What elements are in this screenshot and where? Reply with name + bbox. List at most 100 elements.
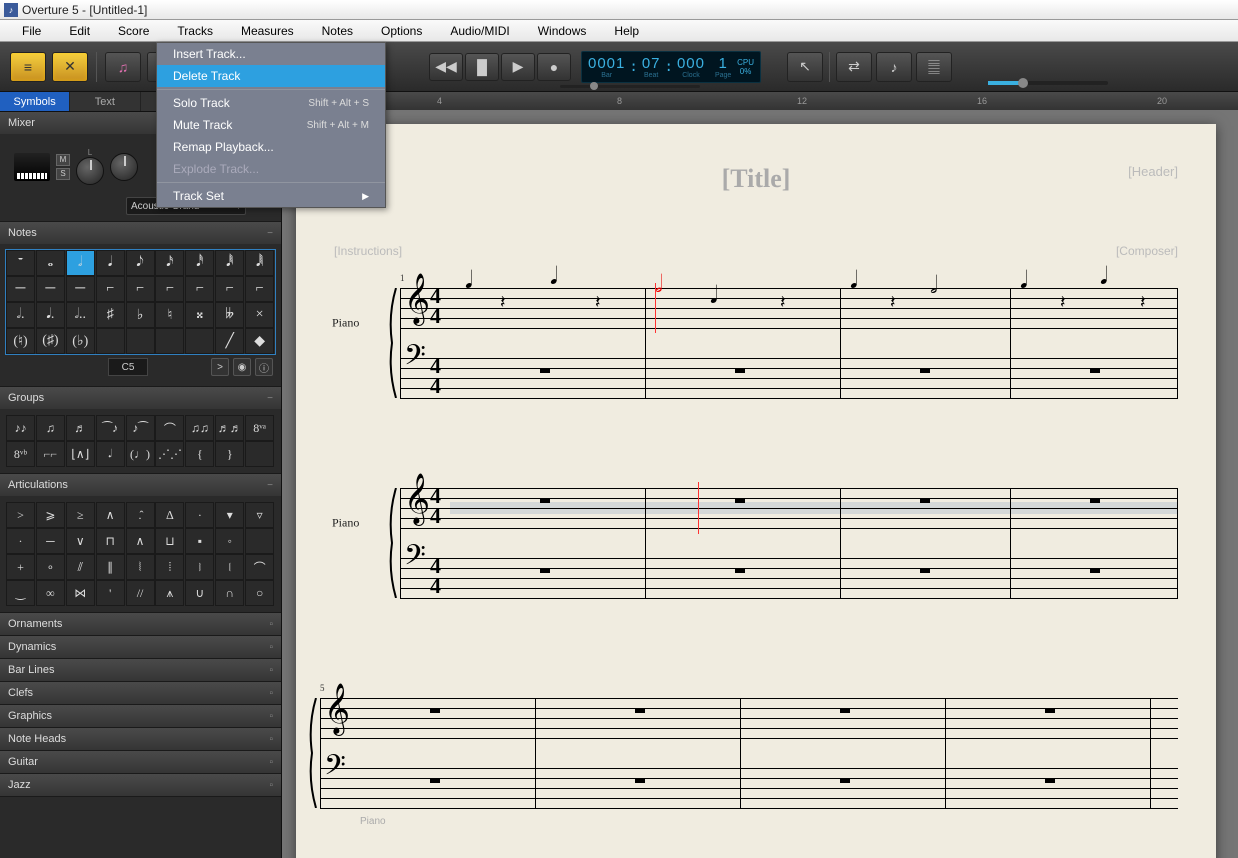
articulation-symbol-cell[interactable]: .̂ <box>126 502 155 528</box>
articulation-symbol-cell[interactable]: ⩚ <box>155 580 184 606</box>
staff-treble[interactable]: 𝄞 44 𝅘𝅥 𝄽 𝅘𝅥 𝄽 𝅗𝅥 <box>400 288 1178 328</box>
info-btn[interactable]: ⓘ <box>255 358 273 376</box>
note[interactable]: 𝅘𝅥 <box>465 268 473 295</box>
instructions-placeholder[interactable]: [Instructions] <box>334 244 402 258</box>
track-volume-slider[interactable] <box>560 85 700 88</box>
whole-rest[interactable] <box>1045 708 1055 713</box>
articulation-symbol-cell[interactable]: · <box>6 528 35 554</box>
group-symbol-cell[interactable]: 𝆺𝅥 <box>96 441 125 467</box>
note-symbol-cell[interactable]: ─ <box>36 276 65 302</box>
articulation-symbol-cell[interactable]: ⦚ <box>126 554 155 580</box>
quarter-rest[interactable]: 𝄽 <box>890 292 896 313</box>
group-symbol-cell[interactable]: ⌒ <box>155 415 184 441</box>
articulation-symbol-cell[interactable]: ⊓ <box>96 528 125 554</box>
group-symbol-cell[interactable] <box>245 441 274 467</box>
dd-insert-track[interactable]: Insert Track... <box>157 43 385 65</box>
whole-rest[interactable] <box>920 498 930 503</box>
note-symbol-cell[interactable]: 𝅝 <box>36 250 65 276</box>
articulation-symbol-cell[interactable]: ‿ <box>6 580 35 606</box>
group-symbol-cell[interactable]: 8ᵛᵇ <box>6 441 35 467</box>
tab-symbols[interactable]: Symbols <box>0 92 70 111</box>
articulation-symbol-cell[interactable]: ⋈ <box>66 580 95 606</box>
note-symbol-cell[interactable]: (♭) <box>66 328 95 354</box>
group-symbol-cell[interactable]: ⁀♪ <box>96 415 125 441</box>
score-title[interactable]: [Title] <box>722 164 791 194</box>
articulation-symbol-cell[interactable]: // <box>126 580 155 606</box>
menu-options[interactable]: Options <box>367 21 436 41</box>
menu-edit[interactable]: Edit <box>55 21 104 41</box>
staff-bass[interactable]: 𝄢 44 <box>400 558 1178 598</box>
collapsed-header-graphics[interactable]: Graphics▫ <box>0 705 281 727</box>
note-symbol-cell[interactable]: (♮) <box>6 328 35 354</box>
articulation-symbol-cell[interactable]: ∩ <box>215 580 244 606</box>
articulation-symbol-cell[interactable]: ⧙ <box>215 554 244 580</box>
note-symbol-cell[interactable]: ─ <box>66 276 95 302</box>
tb-arrow-button[interactable]: ↖ <box>787 52 823 82</box>
note-symbol-cell[interactable]: ◆ <box>245 328 274 354</box>
articulation-symbol-cell[interactable]: + <box>6 554 35 580</box>
note-symbol-cell[interactable]: ♯ <box>96 302 125 328</box>
tb-rec-button[interactable]: ● <box>537 53 571 81</box>
tb-play-button[interactable]: ▶ <box>501 53 535 81</box>
group-symbol-cell[interactable]: { <box>185 441 214 467</box>
note-symbol-cell[interactable]: 𝄫 <box>215 302 244 328</box>
tb-note-button[interactable]: ♫ <box>105 52 141 82</box>
articulation-symbol-cell[interactable] <box>245 528 274 554</box>
dd-remap-playback[interactable]: Remap Playback... <box>157 136 385 158</box>
menu-help[interactable]: Help <box>600 21 653 41</box>
note-symbol-cell[interactable]: 𝅘𝅥𝅲 <box>245 250 274 276</box>
note-symbol-cell[interactable] <box>126 328 155 354</box>
menu-score[interactable]: Score <box>104 21 163 41</box>
note-symbol-cell[interactable] <box>185 328 214 354</box>
staff-treble[interactable]: 𝄞 <box>320 698 1178 738</box>
whole-rest[interactable] <box>540 368 550 373</box>
group-symbol-cell[interactable]: ♬ <box>66 415 95 441</box>
quarter-rest[interactable]: 𝄽 <box>1060 292 1066 313</box>
quarter-rest[interactable]: 𝄽 <box>1140 292 1146 313</box>
tb-search-note-button[interactable]: ♪ <box>876 52 912 82</box>
score-scroll[interactable]: [Header] [Title] [Header] [Instructions]… <box>282 110 1238 858</box>
staff-bass[interactable]: 𝄢 <box>320 768 1178 808</box>
whole-rest[interactable] <box>430 778 440 783</box>
note[interactable]: 𝅘𝅥 <box>710 283 718 310</box>
articulation-symbol-cell[interactable]: ○ <box>245 580 274 606</box>
articulation-symbol-cell[interactable]: ∘ <box>36 554 65 580</box>
note-symbol-cell[interactable] <box>96 328 125 354</box>
group-symbol-cell[interactable]: ♬♬ <box>215 415 244 441</box>
group-symbol-cell[interactable]: ♪♪ <box>6 415 35 441</box>
midi-btn[interactable]: ◉ <box>233 358 251 376</box>
note-symbol-cell[interactable]: 𝅗𝅥 <box>66 250 95 276</box>
whole-rest[interactable] <box>1090 498 1100 503</box>
articulation-symbol-cell[interactable]: ▪ <box>185 528 214 554</box>
articulation-symbol-cell[interactable]: ∥ <box>96 554 125 580</box>
pan-knob[interactable] <box>76 157 104 185</box>
quarter-rest[interactable]: 𝄽 <box>595 292 601 313</box>
zoom-thumb[interactable] <box>1018 78 1028 88</box>
whole-rest[interactable] <box>840 778 850 783</box>
whole-rest[interactable] <box>430 708 440 713</box>
tb-stop-button[interactable]: ▐▌ <box>465 53 499 81</box>
note-symbol-cell[interactable]: 𝅘𝅥𝅱 <box>215 250 244 276</box>
note-symbol-cell[interactable]: ⌐ <box>155 276 184 302</box>
dd-delete-track[interactable]: Delete Track <box>157 65 385 87</box>
articulations-header[interactable]: Articulations− <box>0 474 281 496</box>
articulation-symbol-cell[interactable]: ∞ <box>36 580 65 606</box>
note-symbol-cell[interactable]: ─ <box>6 276 35 302</box>
octave-display[interactable]: C5 <box>108 358 148 376</box>
whole-rest[interactable] <box>635 778 645 783</box>
menu-notes[interactable]: Notes <box>308 21 367 41</box>
note-symbol-cell[interactable]: ⌐ <box>96 276 125 302</box>
articulation-symbol-cell[interactable]: ' <box>96 580 125 606</box>
note-symbol-cell[interactable]: 𝅘𝅥 <box>96 250 125 276</box>
articulation-symbol-cell[interactable]: ⊔ <box>155 528 184 554</box>
note-symbol-cell[interactable]: 𝄪 <box>185 302 214 328</box>
tb-view-button[interactable]: 𝄛 <box>916 52 952 82</box>
collapsed-header-bar lines[interactable]: Bar Lines▫ <box>0 659 281 681</box>
collapsed-header-ornaments[interactable]: Ornaments▫ <box>0 613 281 635</box>
note-symbol-cell[interactable]: 𝅗𝅥. <box>6 302 35 328</box>
articulation-symbol-cell[interactable]: ∧ <box>96 502 125 528</box>
note-symbol-cell[interactable]: ⌐ <box>185 276 214 302</box>
score-page[interactable]: [Header] [Title] [Header] [Instructions]… <box>296 124 1216 858</box>
measure-ruler[interactable]: 48121620 <box>282 92 1238 110</box>
articulation-symbol-cell[interactable]: > <box>6 502 35 528</box>
